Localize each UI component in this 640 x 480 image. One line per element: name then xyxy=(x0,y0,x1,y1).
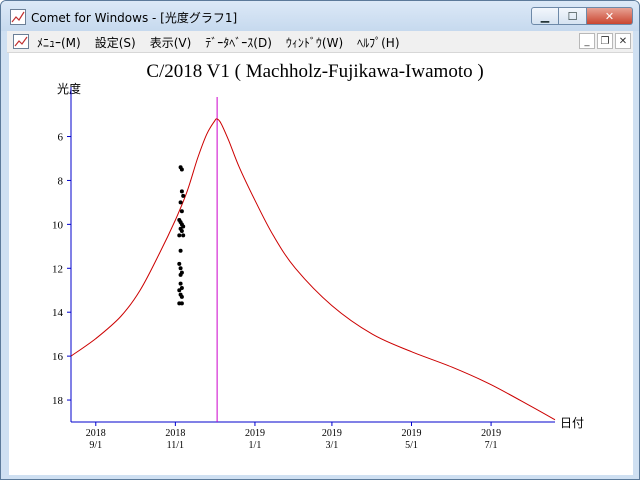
observation-point xyxy=(179,167,184,172)
chart-area: C/2018 V1 ( Machholz-Fujikawa-Iwamoto ) … xyxy=(9,53,633,475)
menu-database[interactable]: ﾃﾞｰﾀﾍﾞｰｽ(D) xyxy=(205,34,272,51)
close-icon: ✕ xyxy=(618,35,628,47)
maximize-icon: ☐ xyxy=(567,9,578,23)
x-tick-label-date: 7/1 xyxy=(485,440,498,451)
x-tick-label-year: 2018 xyxy=(86,428,106,439)
observation-point xyxy=(179,209,184,214)
minimize-icon: ▁ xyxy=(540,9,550,23)
y-tick-label: 18 xyxy=(52,395,64,407)
x-axis-label: 日付 xyxy=(560,416,584,430)
observation-point xyxy=(179,189,184,194)
curve-line xyxy=(70,118,556,421)
x-tick-label-date: 9/1 xyxy=(89,440,102,451)
menu-help[interactable]: ﾍﾙﾌﾟ(H) xyxy=(357,34,399,51)
observation-points xyxy=(177,165,186,306)
observation-point xyxy=(178,248,183,253)
x-tick-label-date: 5/1 xyxy=(405,440,418,451)
observation-point xyxy=(178,200,183,205)
mdi-restore-button[interactable]: ❐ xyxy=(597,33,613,49)
close-icon: ✕ xyxy=(604,9,615,23)
restore-icon: ❐ xyxy=(600,35,610,47)
mdi-buttons: _ ❐ ✕ xyxy=(577,33,631,49)
menu-menu[interactable]: ﾒﾆｭｰ(M) xyxy=(37,34,81,51)
caption-buttons: ▁ ☐ ✕ xyxy=(531,7,633,25)
app-icon xyxy=(10,9,26,25)
x-tick-label-date: 3/1 xyxy=(326,440,339,451)
predicted-curve xyxy=(70,118,556,421)
mdi-close-button[interactable]: ✕ xyxy=(615,33,631,49)
observation-point xyxy=(179,301,184,306)
x-tick-label-year: 2018 xyxy=(165,428,185,439)
y-axis-label: 光度 xyxy=(57,81,81,96)
observation-point xyxy=(178,272,183,277)
chart-title: C/2018 V1 ( Machholz-Fujikawa-Iwamoto ) xyxy=(146,61,483,82)
observation-point xyxy=(177,233,182,238)
observation-point xyxy=(179,294,184,299)
x-tick-label-year: 2019 xyxy=(322,428,342,439)
app-window: Comet for Windows - [光度グラフ1] ▁ ☐ ✕ ﾒﾆｭｰ(… xyxy=(0,0,640,480)
x-tick-label-year: 2019 xyxy=(481,428,501,439)
menu-settings[interactable]: 設定(S) xyxy=(95,34,136,51)
y-tick-label: 16 xyxy=(52,351,64,363)
menu-items: ﾒﾆｭｰ(M) 設定(S) 表示(V) ﾃﾞｰﾀﾍﾞｰｽ(D) ｳｨﾝﾄﾞｳ(W… xyxy=(37,34,414,51)
observation-point xyxy=(178,281,183,286)
menu-bar: ﾒﾆｭｰ(M) 設定(S) 表示(V) ﾃﾞｰﾀﾍﾞｰｽ(D) ｳｨﾝﾄﾞｳ(W… xyxy=(7,31,633,53)
observation-point xyxy=(181,233,186,238)
menu-window[interactable]: ｳｨﾝﾄﾞｳ(W) xyxy=(286,34,343,51)
observation-point xyxy=(179,228,184,233)
x-tick-label-date: 1/1 xyxy=(249,440,262,451)
y-tick-label: 10 xyxy=(52,219,64,231)
title-bar[interactable]: Comet for Windows - [光度グラフ1] ▁ ☐ ✕ xyxy=(1,1,639,31)
mdi-minimize-button[interactable]: _ xyxy=(579,33,595,49)
window-title: Comet for Windows - [光度グラフ1] xyxy=(31,11,238,25)
maximize-button[interactable]: ☐ xyxy=(559,7,587,25)
minimize-button[interactable]: ▁ xyxy=(531,7,559,25)
observation-point xyxy=(177,288,182,293)
light-curve-chart: C/2018 V1 ( Machholz-Fujikawa-Iwamoto ) … xyxy=(52,61,584,451)
y-tick-label: 12 xyxy=(52,263,63,275)
observation-point xyxy=(181,193,186,198)
x-tick-label-year: 2019 xyxy=(401,428,421,439)
y-tick-label: 14 xyxy=(52,307,64,319)
observation-point xyxy=(177,261,182,266)
axes: 68101214161820189/1201811/120191/120193/… xyxy=(52,87,555,451)
y-tick-label: 8 xyxy=(58,175,64,187)
minimize-icon: _ xyxy=(584,35,590,47)
menu-view[interactable]: 表示(V) xyxy=(150,34,192,51)
x-tick-label-date: 11/1 xyxy=(167,440,184,451)
y-tick-label: 6 xyxy=(58,132,64,144)
observation-point xyxy=(178,266,183,271)
x-tick-label-year: 2019 xyxy=(245,428,265,439)
document-icon[interactable] xyxy=(13,34,29,49)
close-button[interactable]: ✕ xyxy=(587,7,633,25)
